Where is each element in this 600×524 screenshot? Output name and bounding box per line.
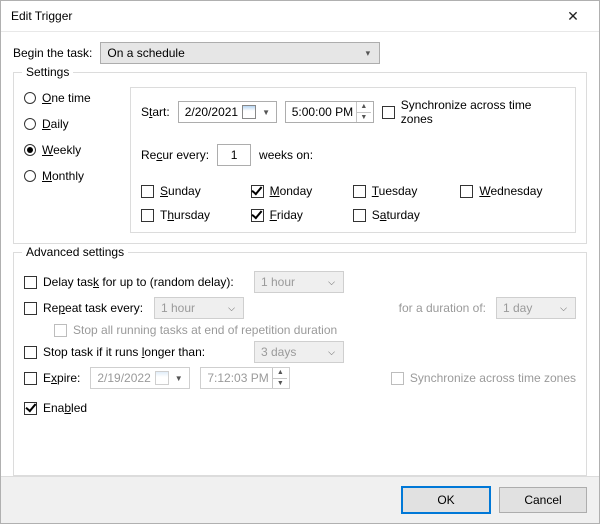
chevron-down-icon: ⌵ [324, 277, 339, 288]
ok-button-label: OK [437, 493, 454, 507]
dialog-footer: OK Cancel [1, 476, 599, 523]
stop-long-task-value: 3 days [261, 345, 296, 359]
repeat-duration-combo: 1 day ⌵ [496, 297, 576, 319]
day-sunday[interactable]: Sunday [141, 184, 233, 198]
weeks-on-label: weeks on: [259, 148, 313, 162]
checkbox-icon [24, 346, 37, 359]
chevron-down-icon: ⌵ [224, 303, 239, 314]
radio-daily[interactable]: Daily [24, 117, 114, 131]
spinner-icon[interactable]: ▲▼ [356, 102, 371, 122]
stop-all-tasks-checkbox: Stop all running tasks at end of repetit… [54, 323, 337, 337]
window-title: Edit Trigger [11, 9, 72, 23]
expire-time-picker: 7:12:03 PM ▲▼ [200, 367, 290, 389]
checkbox-icon [54, 324, 67, 337]
repeat-task-checkbox[interactable]: Repeat task every: [24, 301, 144, 315]
edit-trigger-dialog: Edit Trigger ✕ Begin the task: On a sche… [0, 0, 600, 524]
checkbox-icon [391, 372, 404, 385]
chevron-down-icon: ▼ [260, 108, 272, 117]
advanced-settings-group: Advanced settings Delay task for up to (… [13, 252, 587, 476]
day-monday[interactable]: Monday [251, 184, 335, 198]
checkbox-icon [24, 276, 37, 289]
radio-weekly[interactable]: Weekly [24, 143, 114, 157]
radio-icon [24, 144, 36, 156]
spinner-icon: ▲▼ [272, 368, 287, 388]
checkbox-icon [24, 372, 37, 385]
stop-all-tasks-label: Stop all running tasks at end of repetit… [73, 323, 337, 337]
stop-long-task-checkbox[interactable]: Stop task if it runs longer than: [24, 345, 244, 359]
checkbox-icon [141, 209, 154, 222]
start-label: Start: [141, 105, 170, 119]
recur-weeks-input[interactable]: 1 [217, 144, 251, 166]
expire-sync-checkbox: Synchronize across time zones [391, 371, 576, 385]
day-friday[interactable]: Friday [251, 208, 335, 222]
settings-legend: Settings [22, 65, 73, 79]
radio-icon [24, 118, 36, 130]
begin-task-combo[interactable]: On a schedule ▾ [100, 42, 380, 64]
repeat-duration-label: for a duration of: [399, 301, 486, 315]
settings-group: Settings One time Daily Weekly [13, 72, 587, 244]
ok-button[interactable]: OK [401, 486, 491, 514]
expire-time-value: 7:12:03 PM [207, 371, 268, 385]
checkbox-icon [251, 185, 264, 198]
delay-task-checkbox[interactable]: Delay task for up to (random delay): [24, 275, 244, 289]
radio-icon [24, 92, 36, 104]
expire-date-value: 2/19/2022 [97, 371, 150, 385]
checkbox-icon [251, 209, 264, 222]
stop-long-task-combo: 3 days ⌵ [254, 341, 344, 363]
sync-timezones-label: Synchronize across time zones [401, 98, 565, 126]
close-button[interactable]: ✕ [553, 2, 593, 30]
chevron-down-icon: ⌵ [556, 303, 571, 314]
radio-one-time[interactable]: One time [24, 91, 114, 105]
titlebar: Edit Trigger ✕ [1, 1, 599, 32]
start-date-value: 2/20/2021 [185, 105, 238, 119]
checkbox-icon [460, 185, 473, 198]
radio-icon [24, 170, 36, 182]
expire-sync-label: Synchronize across time zones [410, 371, 576, 385]
checkbox-icon [24, 302, 37, 315]
calendar-icon [242, 105, 256, 119]
recur-every-label: Recur every: [141, 148, 209, 162]
start-date-picker[interactable]: 2/20/2021 ▼ [178, 101, 277, 123]
checkbox-icon [353, 209, 366, 222]
chevron-down-icon: ⌵ [324, 347, 339, 358]
advanced-legend: Advanced settings [22, 245, 128, 259]
calendar-icon [155, 371, 169, 385]
repeat-interval-combo: 1 hour ⌵ [154, 297, 244, 319]
checkbox-icon [24, 402, 37, 415]
recur-weeks-value: 1 [231, 148, 238, 162]
day-saturday[interactable]: Saturday [353, 208, 443, 222]
begin-task-label: Begin the task: [13, 46, 92, 60]
chevron-down-icon: ▼ [173, 374, 185, 383]
delay-task-value: 1 hour [261, 275, 295, 289]
cancel-button[interactable]: Cancel [499, 487, 587, 513]
chevron-down-icon: ▾ [360, 48, 375, 59]
close-icon: ✕ [567, 8, 579, 25]
cancel-button-label: Cancel [524, 493, 561, 507]
sync-timezones-checkbox[interactable]: Synchronize across time zones [382, 98, 565, 126]
schedule-panel: Start: 2/20/2021 ▼ 5:00:00 PM ▲▼ Sy [130, 87, 576, 233]
days-grid: Sunday Monday Tuesday Wednesday Thursday… [141, 184, 565, 222]
start-time-value: 5:00:00 PM [292, 105, 353, 119]
repeat-duration-value: 1 day [503, 301, 532, 315]
expire-checkbox[interactable]: Expire: [24, 371, 80, 385]
enabled-checkbox[interactable]: Enabled [24, 401, 87, 415]
expire-date-picker: 2/19/2022 ▼ [90, 367, 190, 389]
checkbox-icon [141, 185, 154, 198]
repeat-interval-value: 1 hour [161, 301, 195, 315]
begin-task-row: Begin the task: On a schedule ▾ [13, 42, 587, 64]
day-wednesday[interactable]: Wednesday [460, 184, 565, 198]
day-tuesday[interactable]: Tuesday [353, 184, 443, 198]
delay-task-combo: 1 hour ⌵ [254, 271, 344, 293]
frequency-column: One time Daily Weekly Monthly [24, 87, 114, 233]
checkbox-icon [353, 185, 366, 198]
day-thursday[interactable]: Thursday [141, 208, 233, 222]
radio-monthly[interactable]: Monthly [24, 169, 114, 183]
start-time-picker[interactable]: 5:00:00 PM ▲▼ [285, 101, 374, 123]
checkbox-icon [382, 106, 395, 119]
begin-task-value: On a schedule [107, 46, 184, 60]
